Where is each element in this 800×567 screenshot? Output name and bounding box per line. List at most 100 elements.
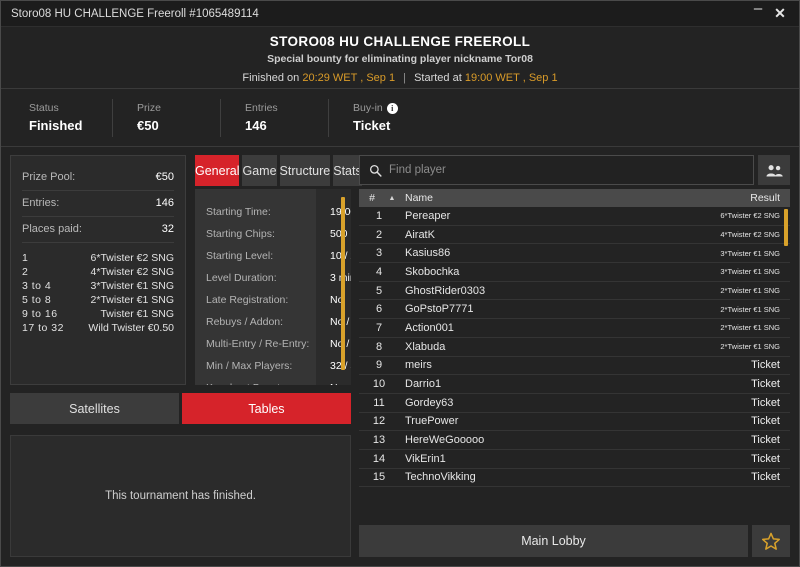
player-result: 2*Twister €1 SNG bbox=[720, 342, 780, 352]
player-name: meirs bbox=[405, 359, 432, 372]
table-row[interactable]: 4 Skobochka 3*Twister €1 SNG bbox=[359, 263, 790, 282]
payout-item: 2 4*Twister €2 SNG bbox=[22, 266, 174, 278]
table-row[interactable]: 6 GoPstoP7771 2*Twister €1 SNG bbox=[359, 300, 790, 320]
player-name: GoPstoP7771 bbox=[405, 303, 474, 316]
tab-general[interactable]: General bbox=[195, 155, 240, 186]
player-result: 2*Twister €1 SNG bbox=[720, 304, 780, 314]
search-container[interactable] bbox=[359, 155, 754, 185]
table-row[interactable]: 15 TechnoVikking Ticket bbox=[359, 469, 790, 488]
player-name: HereWeGooooo bbox=[405, 434, 485, 447]
stat-buyin-label: Buy-in i bbox=[353, 102, 413, 114]
player-name: AiratK bbox=[405, 228, 435, 241]
tab-game[interactable]: Game bbox=[242, 155, 277, 186]
player-rank: 3 bbox=[375, 247, 383, 260]
player-name: Kasius86 bbox=[405, 247, 451, 260]
sub-tabs: Satellites Tables bbox=[10, 393, 351, 424]
entries-key: Entries: bbox=[22, 197, 60, 209]
player-result: Ticket bbox=[751, 471, 780, 484]
player-name: GhostRider0303 bbox=[405, 284, 486, 297]
table-row[interactable]: 14 VikErin1 Ticket bbox=[359, 450, 790, 469]
player-rank: 5 bbox=[375, 284, 383, 297]
search-row bbox=[359, 155, 790, 185]
info-icon[interactable]: i bbox=[386, 102, 398, 114]
detail-label: Starting Chips: bbox=[206, 228, 275, 240]
table-row[interactable]: 2 AiratK 4*Twister €2 SNG bbox=[359, 226, 790, 245]
table-row[interactable]: 10 Darrio1 Ticket bbox=[359, 375, 790, 394]
payout-item: 3 to 4 3*Twister €1 SNG bbox=[22, 280, 174, 292]
payout-prize: 6*Twister €2 SNG bbox=[90, 252, 174, 264]
player-rank: 12 bbox=[372, 415, 386, 428]
player-name: TechnoVikking bbox=[405, 471, 476, 484]
player-list-scrollbar[interactable] bbox=[784, 209, 788, 517]
people-icon bbox=[766, 164, 783, 176]
player-result: Ticket bbox=[751, 434, 780, 447]
player-result: 3*Twister €1 SNG bbox=[720, 248, 780, 258]
table-row[interactable]: 9 meirs Ticket bbox=[359, 357, 790, 376]
player-rank: 13 bbox=[372, 434, 386, 447]
table-row[interactable]: 8 Xlabuda 2*Twister €1 SNG bbox=[359, 338, 790, 357]
sort-ascending-icon[interactable]: ▲ bbox=[385, 195, 399, 202]
player-rank: 7 bbox=[375, 321, 383, 334]
left-column: Prize Pool: €50 Entries: 146 Places paid… bbox=[10, 155, 362, 557]
details-panel: Starting Time: Starting Chips: Starting … bbox=[195, 189, 351, 385]
player-rank: 10 bbox=[372, 378, 386, 391]
search-input[interactable] bbox=[389, 164, 744, 176]
player-name: TruePower bbox=[405, 415, 459, 428]
entries-row: Entries: 146 bbox=[22, 191, 174, 217]
detail-labels: Starting Time: Starting Chips: Starting … bbox=[195, 189, 316, 385]
favorite-button[interactable] bbox=[752, 525, 790, 557]
table-row[interactable]: 1 Pereaper 6*Twister €2 SNG bbox=[359, 207, 790, 226]
player-result: Ticket bbox=[751, 396, 780, 409]
player-result: 3*Twister €1 SNG bbox=[720, 267, 780, 277]
table-row[interactable]: 7 Action001 2*Twister €1 SNG bbox=[359, 319, 790, 338]
player-list[interactable]: 1 Pereaper 6*Twister €2 SNG 2 AiratK 4*T… bbox=[359, 207, 790, 519]
minimize-button[interactable]: – bbox=[747, 1, 769, 24]
payout-place: 2 bbox=[22, 266, 29, 278]
table-row[interactable]: 12 TruePower Ticket bbox=[359, 413, 790, 432]
stat-status: Status Finished bbox=[29, 98, 113, 137]
tab-tables[interactable]: Tables bbox=[182, 393, 351, 424]
player-result: 2*Twister €1 SNG bbox=[720, 286, 780, 296]
stat-buyin-label-text: Buy-in bbox=[353, 102, 383, 114]
column-header-number[interactable]: # bbox=[359, 192, 385, 204]
tournament-times: Finished on 20:29 WET , Sep 1 | Started … bbox=[242, 72, 557, 84]
player-rank: 4 bbox=[375, 265, 383, 278]
tournament-lobby-window: Storo08 HU CHALLENGE Freeroll #106548911… bbox=[0, 0, 800, 567]
info-row: Prize Pool: €50 Entries: 146 Places paid… bbox=[10, 155, 362, 385]
close-button[interactable]: ✕ bbox=[769, 4, 791, 24]
payout-prize: 4*Twister €2 SNG bbox=[90, 266, 174, 278]
player-result: 6*Twister €2 SNG bbox=[720, 211, 780, 221]
payout-prize: Twister €1 SNG bbox=[100, 308, 174, 320]
tab-structure[interactable]: Structure bbox=[279, 155, 331, 186]
tab-stats[interactable]: Stats bbox=[333, 155, 362, 186]
main-lobby-button[interactable]: Main Lobby bbox=[359, 525, 748, 557]
title-bar: Storo08 HU CHALLENGE Freeroll #106548911… bbox=[1, 1, 799, 27]
player-rank: 6 bbox=[375, 303, 383, 316]
player-result: Ticket bbox=[751, 359, 780, 372]
player-name: Skobochka bbox=[405, 265, 460, 278]
player-name: Action001 bbox=[405, 321, 454, 334]
table-row[interactable]: 13 HereWeGooooo Ticket bbox=[359, 431, 790, 450]
column-header-result[interactable]: Result bbox=[750, 192, 780, 204]
table-row[interactable]: 3 Kasius86 3*Twister €1 SNG bbox=[359, 244, 790, 264]
times-separator: | bbox=[403, 71, 407, 84]
players-filter-button[interactable] bbox=[758, 155, 790, 185]
search-icon bbox=[369, 164, 382, 177]
table-row[interactable]: 11 Gordey63 Ticket bbox=[359, 394, 790, 413]
player-name: VikErin1 bbox=[405, 452, 446, 465]
payout-list: 1 6*Twister €2 SNG 2 4*Twister €2 SNG 3 … bbox=[22, 252, 174, 334]
payout-place: 5 to 8 bbox=[22, 294, 52, 306]
table-row[interactable]: 5 GhostRider0303 2*Twister €1 SNG bbox=[359, 282, 790, 301]
payout-place: 9 to 16 bbox=[22, 308, 58, 320]
column-header-name[interactable]: Name bbox=[399, 192, 750, 204]
window-title: Storo08 HU CHALLENGE Freeroll #106548911… bbox=[11, 7, 259, 20]
detail-values: 19:00 WET , Sep 1 500 10 / 20 3 minutes … bbox=[316, 189, 351, 385]
finished-value: 20:29 WET , Sep 1 bbox=[302, 71, 396, 84]
tab-satellites[interactable]: Satellites bbox=[10, 393, 179, 424]
entries-value: 146 bbox=[155, 197, 174, 209]
player-list-scrollbar-thumb[interactable] bbox=[784, 209, 788, 246]
details-scrollbar[interactable] bbox=[341, 197, 345, 377]
details-scrollbar-thumb[interactable] bbox=[341, 197, 345, 370]
player-result: Ticket bbox=[751, 415, 780, 428]
payout-prize: 2*Twister €1 SNG bbox=[90, 294, 174, 306]
